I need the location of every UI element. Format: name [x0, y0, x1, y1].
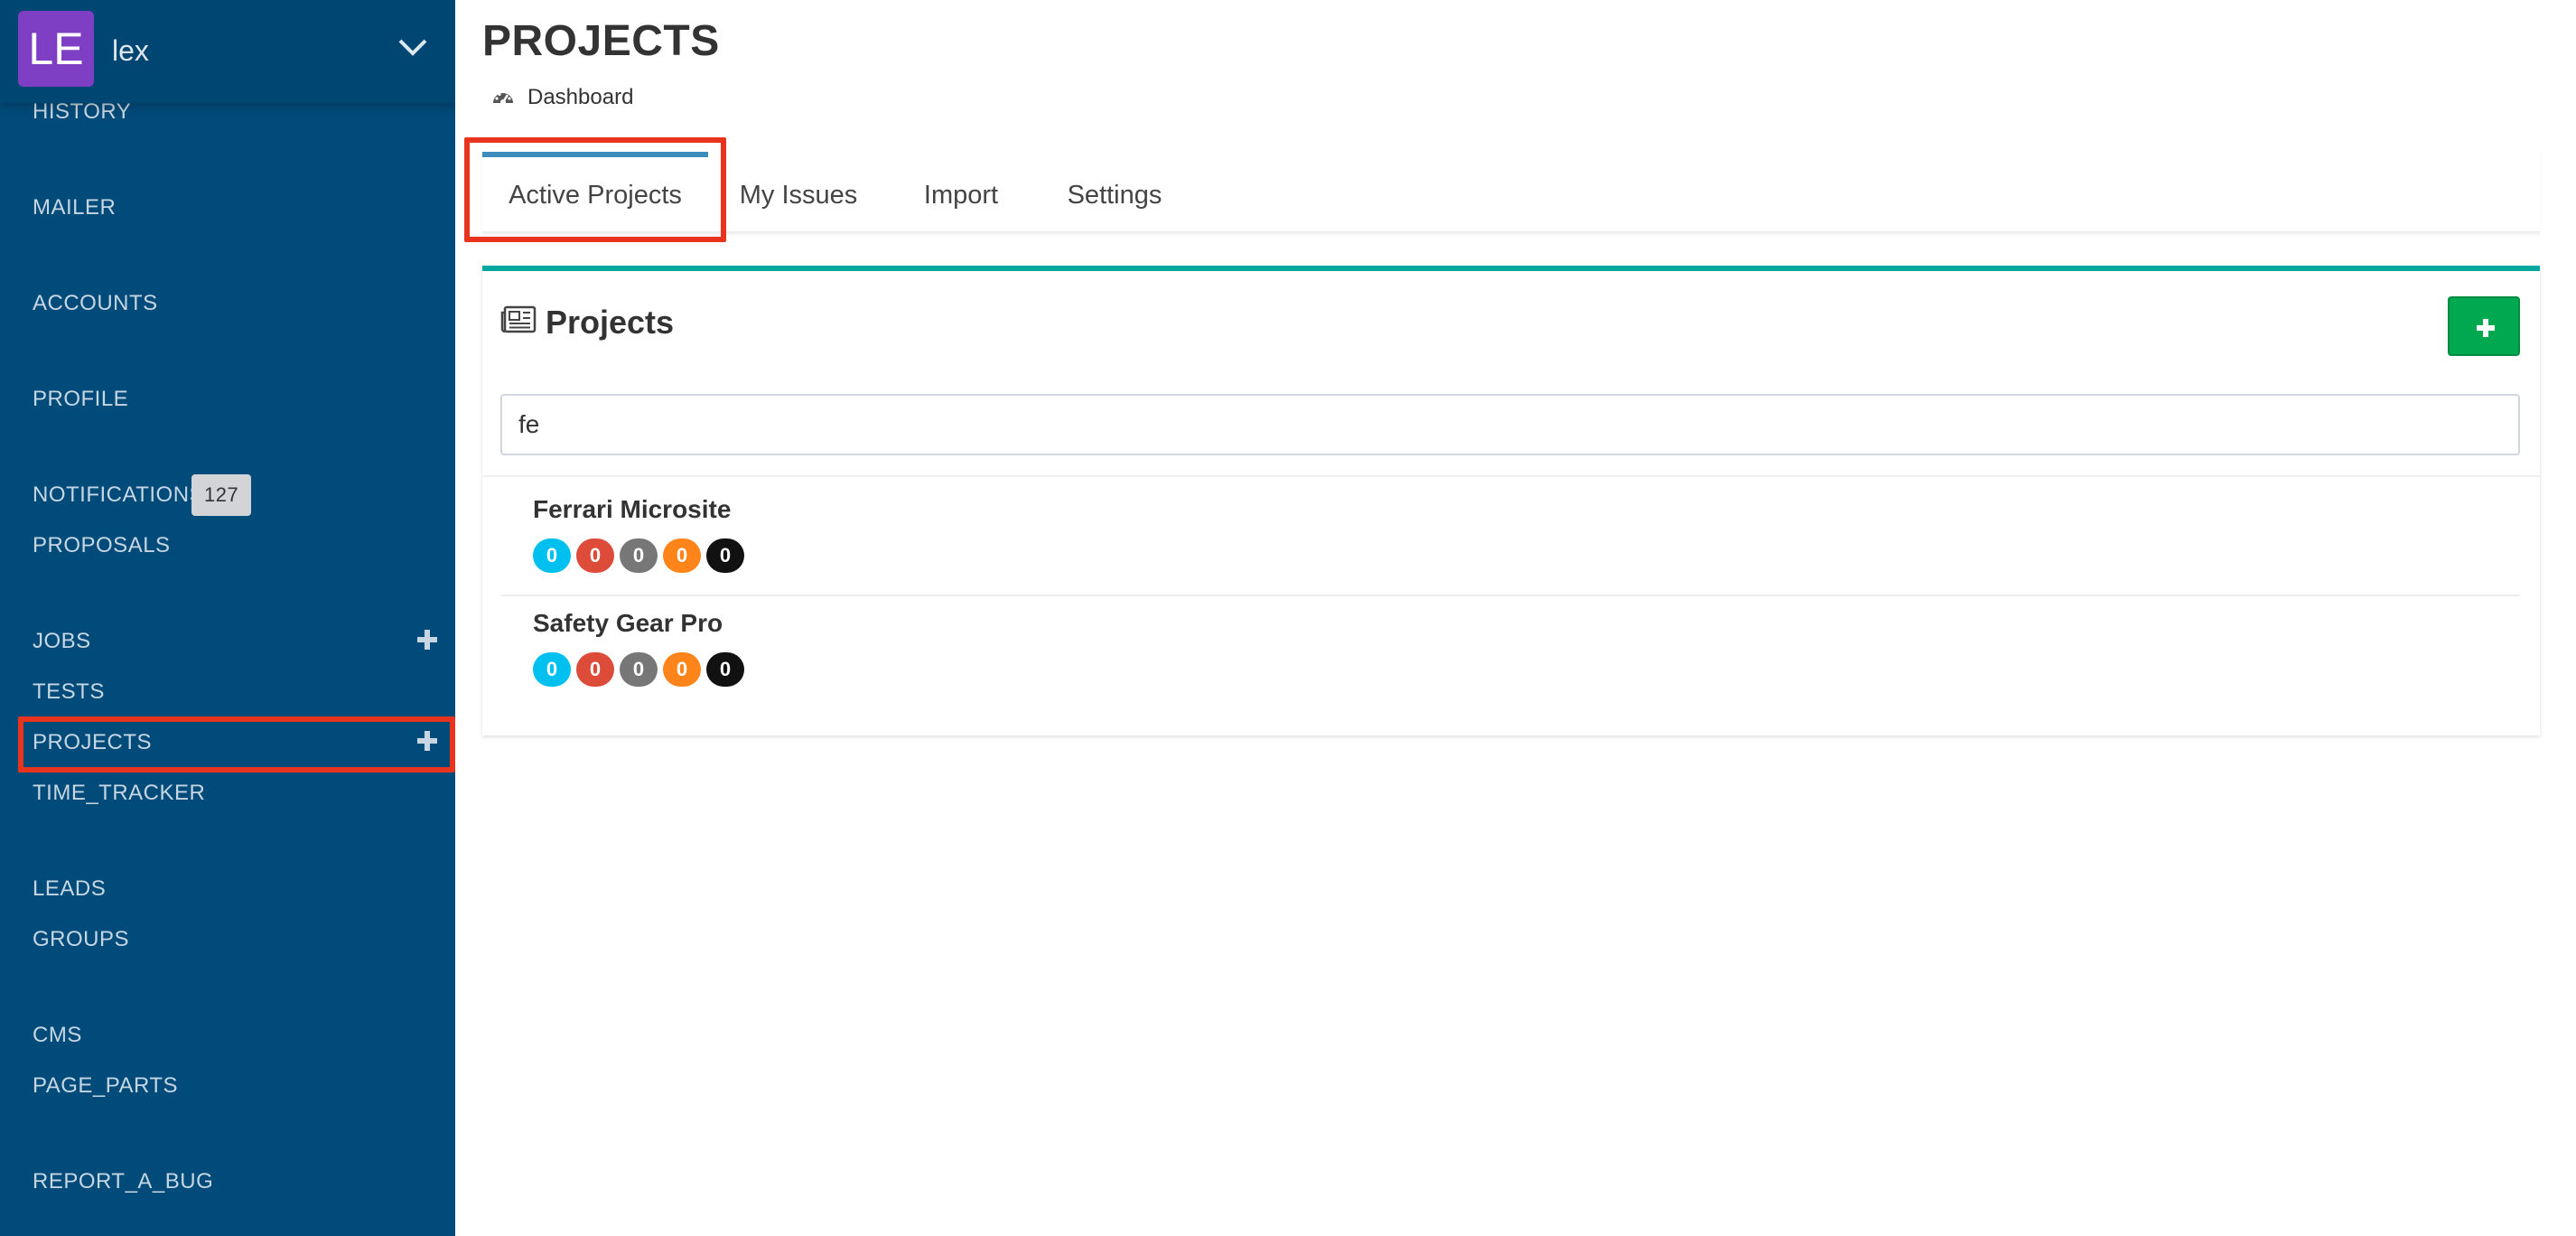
add-job-plus-icon[interactable] [417, 630, 437, 650]
sidebar-item-page-parts[interactable]: PAGE_PARTS [0, 1060, 455, 1110]
count-dot-dark: 0 [706, 652, 744, 687]
sidebar-item-label: PAGE_PARTS [33, 1073, 179, 1098]
sidebar-item-label: CMS [33, 1023, 82, 1047]
divider [482, 475, 2540, 477]
sidebar-item-accounts[interactable]: ACCOUNTS [0, 277, 455, 328]
add-project-button[interactable] [2448, 296, 2520, 356]
sidebar: LE lex HISTORY MAILER ACCOUNTS PROFILE N… [0, 0, 455, 1236]
sidebar-item-label: ACCOUNTS [33, 291, 158, 315]
project-name[interactable]: Safety Gear Pro [533, 609, 723, 638]
sidebar-item-groups[interactable]: GROUPS [0, 913, 455, 964]
page-title: PROJECTS [482, 17, 720, 65]
count-dot-warning: 0 [663, 652, 701, 687]
user-name[interactable]: lex [112, 34, 149, 68]
count-dot-warning: 0 [663, 538, 701, 573]
count-dot-default: 0 [620, 652, 658, 687]
sidebar-item-mailer[interactable]: MAILER [0, 182, 455, 232]
newspaper-icon [500, 305, 537, 333]
sidebar-item-label: PROJECTS [33, 730, 153, 754]
sidebar-item-proposals[interactable]: PROPOSALS [0, 520, 455, 570]
project-name[interactable]: Ferrari Microsite [533, 495, 731, 524]
count-dot-danger: 0 [576, 652, 614, 687]
sidebar-item-jobs[interactable]: JOBS [0, 615, 455, 666]
count-dot-info: 0 [533, 652, 571, 687]
tab-settings[interactable]: Settings [1033, 152, 1196, 233]
user-panel[interactable]: LE lex [0, 0, 455, 103]
sidebar-item-cms[interactable]: CMS [0, 1009, 455, 1060]
sidebar-item-report-a-bug[interactable]: REPORT_A_BUG [0, 1156, 455, 1206]
dashboard-icon [493, 92, 513, 105]
tab-my-issues[interactable]: My Issues [708, 152, 889, 233]
chevron-down-icon[interactable] [397, 36, 428, 58]
notifications-count-badge: 127 [191, 474, 252, 516]
project-row[interactable]: Safety Gear Pro 0 0 0 0 0 [500, 596, 2520, 710]
panel-title: Projects [546, 304, 675, 341]
tab-import[interactable]: Import [889, 152, 1033, 233]
sidebar-item-label: JOBS [33, 629, 91, 653]
count-dot-dark: 0 [706, 538, 744, 573]
add-project-plus-icon[interactable] [417, 731, 437, 751]
sidebar-item-label: PROFILE [33, 387, 129, 411]
sidebar-item-label: MAILER [33, 195, 117, 220]
avatar[interactable]: LE [18, 11, 94, 87]
sidebar-item-time-tracker[interactable]: TIME_TRACKER [0, 767, 455, 818]
sidebar-item-label: HISTORY [33, 99, 132, 124]
sidebar-item-label: PROPOSALS [33, 533, 171, 557]
sidebar-item-label: GROUPS [33, 927, 130, 951]
sidebar-item-label: NOTIFICATIONS [33, 482, 205, 507]
breadcrumb-dashboard-link[interactable]: Dashboard [527, 85, 633, 110]
count-dot-info: 0 [533, 538, 571, 573]
sidebar-item-leads[interactable]: LEADS [0, 863, 455, 913]
sidebar-item-profile[interactable]: PROFILE [0, 373, 455, 424]
project-row[interactable]: Ferrari Microsite 0 0 0 0 0 [500, 482, 2520, 596]
search-input[interactable] [500, 394, 2520, 455]
tabs-bar: Active Projects My Issues Import Setting… [482, 152, 2540, 233]
sidebar-item-label: LEADS [33, 876, 107, 901]
active-tab-highlight [464, 137, 726, 242]
count-dot-danger: 0 [576, 538, 614, 573]
sidebar-item-notifications[interactable]: NOTIFICATIONS 127 [0, 469, 455, 520]
projects-panel: Projects Ferrari Microsite 0 0 0 0 0 Saf… [482, 266, 2540, 735]
sidebar-item-tests[interactable]: TESTS [0, 666, 455, 716]
count-dot-default: 0 [620, 538, 658, 573]
sidebar-item-projects[interactable]: PROJECTS [0, 716, 455, 772]
sidebar-item-label: TIME_TRACKER [33, 781, 206, 805]
sidebar-item-label: REPORT_A_BUG [33, 1169, 214, 1194]
sidebar-item-label: TESTS [33, 679, 105, 704]
